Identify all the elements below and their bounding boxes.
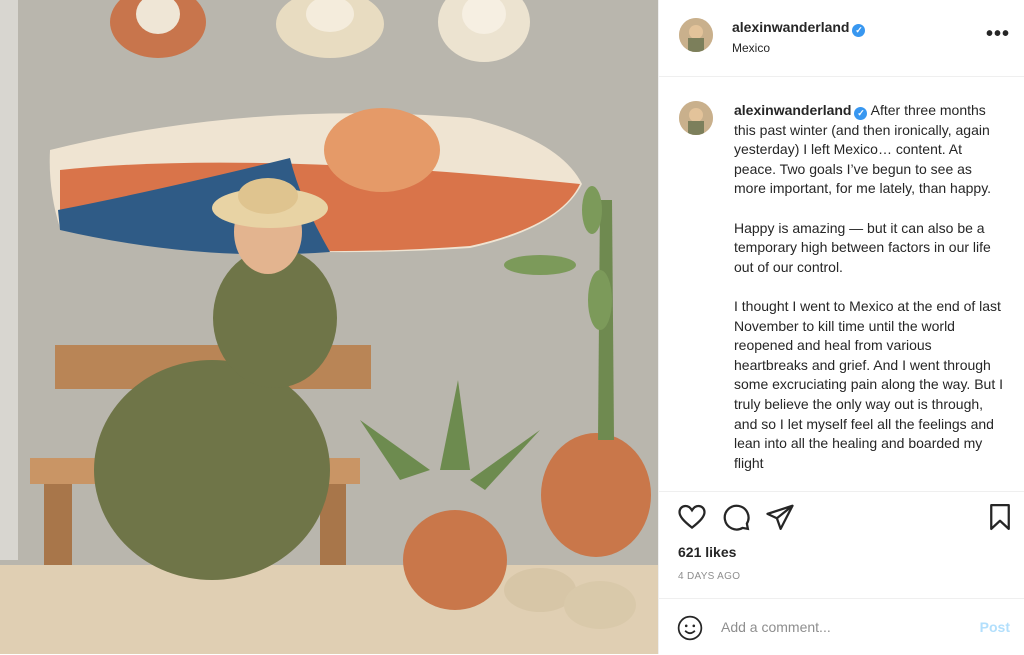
avatar[interactable] (679, 18, 713, 52)
caption-paragraph: alexinwanderland ✓ After three months thi… (734, 101, 1004, 199)
share-icon-glyph (766, 504, 794, 530)
comment-composer: Post (659, 598, 1024, 655)
more-options-icon[interactable]: ••• (986, 24, 1010, 44)
comments-area[interactable]: alexinwanderland ✓ After three months thi… (659, 77, 1024, 492)
verified-badge-icon: ✓ (852, 24, 866, 37)
comment-icon[interactable] (721, 502, 751, 532)
smiley-icon[interactable] (677, 615, 703, 641)
caption-username-link[interactable]: alexinwanderland ✓ (734, 102, 868, 120)
comment-icon-glyph (723, 504, 750, 531)
post-comment-button[interactable]: Post (980, 619, 1010, 635)
caption-paragraph-3: I thought I went to Mexico at the end of… (734, 297, 1004, 471)
post-header: alexinwanderland ✓ Mexico ••• (659, 0, 1024, 77)
caption-text: alexinwanderland ✓ After three months thi… (734, 101, 1004, 491)
smiley-icon-glyph (677, 615, 703, 641)
heart-icon-glyph (678, 504, 706, 530)
comment-input[interactable] (721, 616, 961, 638)
avatar-image (679, 18, 713, 52)
likes-count[interactable]: 621 likes (678, 544, 736, 560)
photo-illustration (0, 0, 658, 654)
verified-badge-icon: ✓ (854, 107, 868, 120)
share-icon[interactable] (765, 502, 795, 532)
username-text: alexinwanderland (732, 19, 850, 35)
username-link[interactable]: alexinwanderland ✓ (732, 19, 866, 37)
bookmark-icon-glyph (990, 504, 1010, 530)
post-timestamp[interactable]: 4 DAYS AGO (678, 571, 740, 582)
bookmark-icon[interactable] (985, 502, 1015, 532)
caption-username-text: alexinwanderland (734, 102, 852, 118)
post-photo[interactable] (0, 0, 658, 654)
post-side-panel: alexinwanderland ✓ Mexico ••• alexinwande… (658, 0, 1024, 654)
heart-icon[interactable] (677, 502, 707, 532)
caption-paragraph-2: Happy is amazing — but it can also be a … (734, 219, 991, 275)
location-link[interactable]: Mexico (732, 41, 770, 55)
action-bar (659, 498, 1024, 538)
caption-avatar[interactable] (679, 101, 713, 135)
avatar-image (679, 101, 713, 135)
